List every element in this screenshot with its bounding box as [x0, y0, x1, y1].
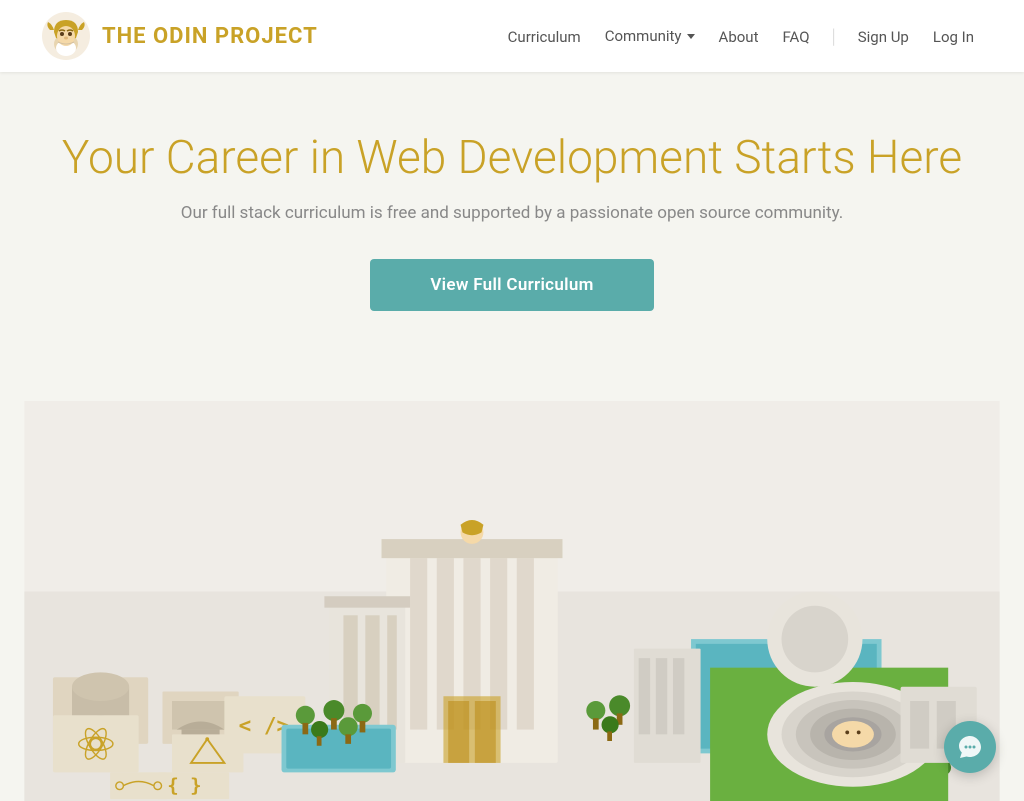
nav-item-curriculum[interactable]: Curriculum	[498, 27, 591, 46]
hero-illustration: < />	[0, 401, 1024, 801]
chevron-down-icon	[687, 34, 695, 39]
nav-link-signup[interactable]: Sign Up	[848, 22, 919, 52]
nav-divider: |	[824, 24, 844, 48]
logo-area[interactable]: THE ODIN PROJECT	[40, 10, 318, 62]
isometric-city-svg: < />	[0, 401, 1024, 801]
nav-item-login[interactable]: Log In	[923, 27, 984, 46]
nav-link-faq[interactable]: FAQ	[773, 22, 820, 52]
cta-button[interactable]: View Full Curriculum	[370, 259, 653, 311]
nav-item-about[interactable]: About	[709, 27, 769, 46]
hero-section: Your Career in Web Development Starts He…	[0, 72, 1024, 341]
nav-item-faq[interactable]: FAQ	[773, 27, 820, 46]
chat-widget[interactable]	[944, 721, 996, 773]
nav-link-login[interactable]: Log In	[923, 22, 984, 52]
nav-link-about[interactable]: About	[709, 22, 769, 52]
brand-name: THE ODIN PROJECT	[102, 24, 318, 49]
hero-subtitle: Our full stack curriculum is free and su…	[20, 203, 1004, 223]
nav-item-community[interactable]: Community	[595, 21, 705, 51]
nav-link-community[interactable]: Community	[595, 21, 705, 51]
nav-link-curriculum[interactable]: Curriculum	[498, 22, 591, 52]
nav-links: Curriculum Community About FAQ | Sign Up…	[498, 21, 984, 51]
nav-item-signup[interactable]: Sign Up	[848, 27, 919, 46]
hero-title: Your Career in Web Development Starts He…	[20, 132, 1004, 185]
odin-logo-icon	[40, 10, 92, 62]
svg-text:{ }: { }	[167, 774, 201, 796]
chat-icon	[957, 734, 983, 760]
navbar: THE ODIN PROJECT Curriculum Community Ab…	[0, 0, 1024, 72]
